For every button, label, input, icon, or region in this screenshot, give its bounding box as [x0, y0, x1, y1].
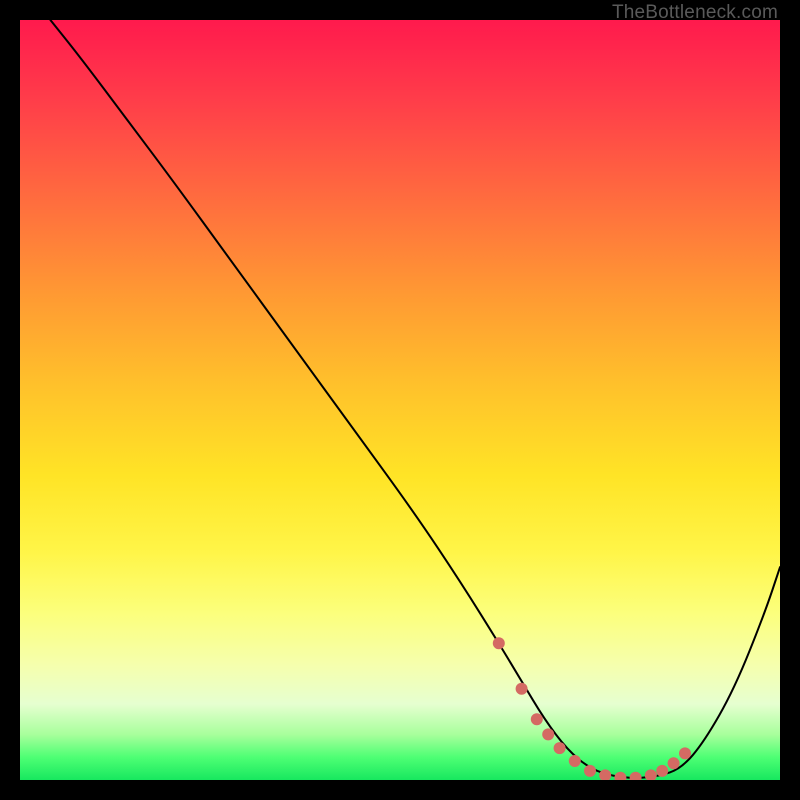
bottleneck-curve — [50, 20, 780, 778]
highlight-dot — [599, 769, 611, 780]
highlight-dot — [554, 742, 566, 754]
highlight-dot — [493, 637, 505, 649]
highlight-dot — [569, 755, 581, 767]
highlight-dot — [679, 747, 691, 759]
chart-svg — [20, 20, 780, 780]
outer-frame: TheBottleneck.com — [0, 0, 800, 800]
highlight-dot — [584, 765, 596, 777]
highlight-dot — [630, 772, 642, 780]
highlight-dot — [656, 765, 668, 777]
chart-area — [20, 20, 780, 780]
highlight-dot — [516, 683, 528, 695]
highlight-dot — [645, 769, 657, 780]
highlight-dots — [493, 637, 691, 780]
highlight-dot — [668, 757, 680, 769]
highlight-dot — [614, 772, 626, 780]
highlight-dot — [542, 728, 554, 740]
highlight-dot — [531, 713, 543, 725]
